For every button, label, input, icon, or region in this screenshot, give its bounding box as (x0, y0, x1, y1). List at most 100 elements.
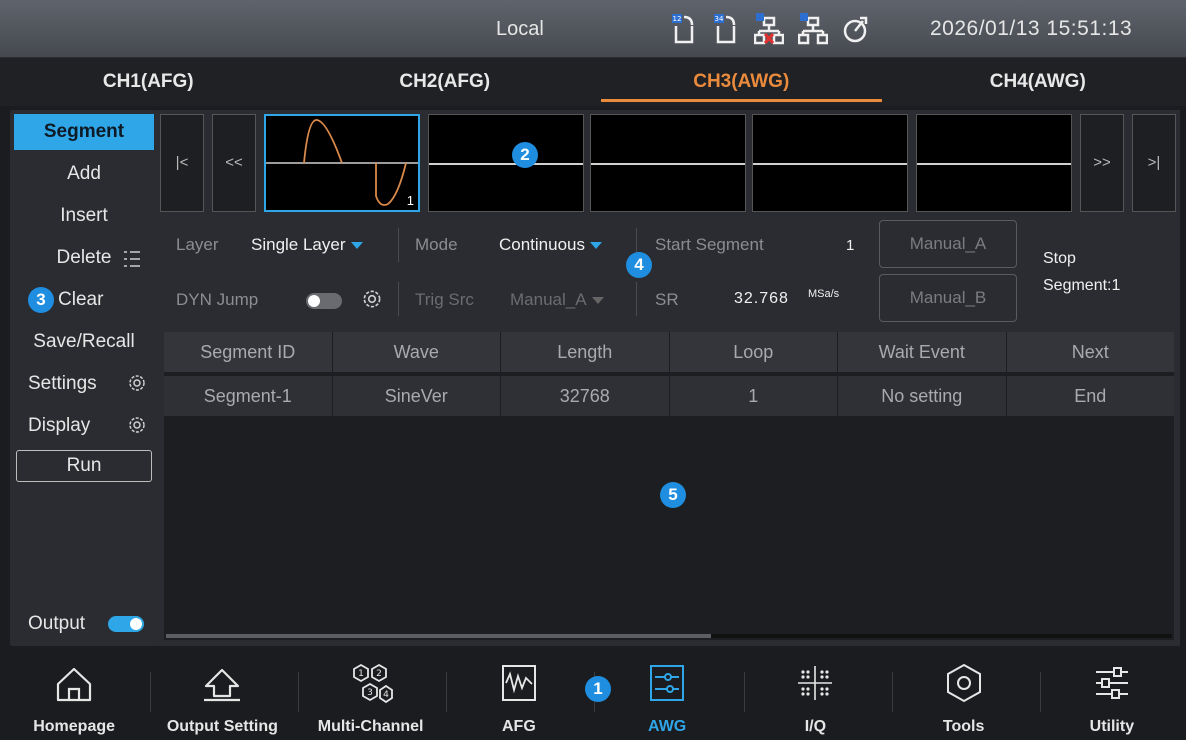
svg-text:34: 34 (715, 15, 724, 23)
svg-text:2: 2 (376, 669, 382, 679)
timer-icon[interactable] (842, 12, 870, 46)
menu-insert[interactable]: Insert (14, 198, 154, 234)
nav-homepage-label: Homepage (33, 718, 116, 735)
bottom-navigation: Homepage Output Setting 1 234 Multi-Chann… (0, 652, 1186, 740)
next-segment-button[interactable]: >> (1080, 114, 1124, 212)
cell-segment-id[interactable]: Segment-1 (164, 376, 333, 416)
segment-thumbnail-5[interactable] (916, 114, 1072, 212)
multi-channel-icon: 1 23 4 (352, 663, 393, 704)
header-segment-id: Segment ID (164, 332, 333, 372)
nav-multi-channel-label: Multi-Channel (317, 718, 424, 735)
segment-thumbnail-2[interactable] (428, 114, 584, 212)
callout-1: 1 (585, 676, 611, 702)
table-row[interactable]: Segment-1 SineVer 32768 1 No setting End (164, 376, 1174, 416)
stop-label: Stop (1043, 250, 1076, 267)
side-menu: Segment Add Insert Delete 3 Clear Save/R… (10, 110, 158, 646)
cell-length[interactable]: 32768 (501, 376, 670, 416)
tab-ch2[interactable]: CH2(AFG) (297, 58, 594, 106)
sr-unit: MSa/s (808, 288, 840, 300)
cell-wait-event[interactable]: No setting (838, 376, 1007, 416)
remote-mode-label: Local (496, 18, 544, 40)
nav-tools-label: Tools (942, 718, 985, 735)
status-bar: Local 12 34 2026/01/13 15:51:13 (0, 0, 1186, 58)
header-wait-event: Wait Event (838, 332, 1007, 372)
start-segment-label: Start Segment (655, 235, 764, 254)
nav-utility[interactable]: Utility (1038, 652, 1186, 740)
output-label: Output (28, 613, 86, 634)
nav-tools[interactable]: Tools (890, 652, 1038, 740)
usb-12-icon[interactable]: 12 (670, 12, 698, 46)
sr-label: SR (655, 290, 679, 309)
last-segment-button[interactable]: >| (1132, 114, 1176, 212)
header-wave: Wave (333, 332, 501, 372)
network-2-icon[interactable] (798, 12, 828, 46)
menu-settings[interactable]: Settings (14, 366, 154, 402)
nav-multi-channel[interactable]: 1 234 Multi-Channel (297, 652, 445, 740)
menu-clear[interactable]: 3 Clear (14, 282, 154, 318)
nav-output-setting-label: Output Setting (166, 718, 278, 735)
nav-output-setting[interactable]: Output Setting (148, 652, 296, 740)
callout-4: 4 (626, 252, 652, 278)
nav-awg-label: AWG (648, 718, 687, 735)
trig-src-select[interactable]: Manual_A (510, 290, 604, 310)
start-segment-value[interactable]: 1 (846, 237, 854, 254)
svg-text:12: 12 (673, 15, 682, 23)
menu-display[interactable]: Display (14, 408, 154, 444)
waveform-preview (266, 119, 418, 206)
tab-ch1[interactable]: CH1(AFG) (0, 58, 297, 106)
nav-homepage[interactable]: Homepage (0, 652, 148, 740)
svg-text:3: 3 (367, 688, 373, 698)
mode-select[interactable]: Continuous (499, 235, 603, 255)
menu-delete[interactable]: Delete (14, 240, 154, 276)
manual-b-button[interactable]: Manual_B (879, 274, 1017, 322)
cell-wave[interactable]: SineVer (333, 376, 501, 416)
menu-save-recall[interactable]: Save/Recall (14, 324, 154, 360)
horizontal-scrollbar[interactable] (166, 634, 1172, 638)
awg-icon (650, 665, 685, 701)
callout-2: 2 (512, 142, 538, 168)
segment-thumbnail-3[interactable] (590, 114, 746, 212)
prev-segment-button[interactable]: << (212, 114, 256, 212)
svg-text:1: 1 (358, 669, 364, 679)
gear-icon (129, 375, 145, 391)
nav-awg[interactable]: AWG (593, 652, 741, 740)
gear-icon[interactable] (360, 287, 384, 311)
header-next: Next (1071, 342, 1109, 362)
output-toggle[interactable] (108, 616, 144, 632)
channel-tabs: CH1(AFG) CH2(AFG) CH3(AWG) CH4(AWG) (0, 58, 1186, 106)
segment-thumbnail-1[interactable]: 1 (264, 114, 420, 212)
nav-iq[interactable]: I/Q (741, 652, 889, 740)
layer-label: Layer (176, 235, 219, 254)
header-length: Length (501, 332, 670, 372)
header-loop: Loop (670, 332, 838, 372)
menu-segment[interactable]: Segment (14, 114, 154, 150)
nav-afg[interactable]: AFG (445, 652, 593, 740)
stop-segment-value[interactable]: Segment:1 (1043, 277, 1120, 295)
manual-a-button[interactable]: Manual_A (879, 220, 1017, 268)
layer-value: Single Layer (251, 235, 346, 254)
output-control: Output (14, 606, 154, 642)
tab-ch3[interactable]: CH3(AWG) (593, 58, 890, 106)
callout-3: 3 (28, 287, 54, 313)
run-button[interactable]: Run (16, 450, 152, 482)
tab-ch4[interactable]: CH4(AWG) (890, 58, 1186, 106)
dyn-jump-toggle[interactable] (306, 292, 342, 309)
sr-value[interactable]: 32.768 (734, 290, 789, 308)
network-disconnected-icon[interactable] (754, 12, 784, 46)
layer-select[interactable]: Single Layer (251, 235, 363, 255)
first-segment-button[interactable]: |< (160, 114, 204, 212)
segment-thumbnail-4[interactable] (752, 114, 908, 212)
callout-5: 5 (660, 482, 686, 508)
datetime-display: 2026/01/13 15:51:13 (930, 17, 1133, 40)
home-icon (57, 667, 92, 702)
list-icon (124, 251, 140, 267)
segment-table: Segment ID Wave Length Loop Wait Event N… (164, 332, 1174, 640)
usb-34-icon[interactable]: 34 (712, 12, 740, 46)
dropdown-caret-icon (350, 242, 363, 250)
cell-next[interactable]: End (1007, 376, 1175, 416)
dropdown-caret-icon (591, 297, 604, 305)
menu-add[interactable]: Add (14, 156, 154, 192)
utility-icon (1095, 667, 1128, 699)
cell-loop[interactable]: 1 (670, 376, 838, 416)
nav-iq-label: I/Q (804, 718, 827, 735)
